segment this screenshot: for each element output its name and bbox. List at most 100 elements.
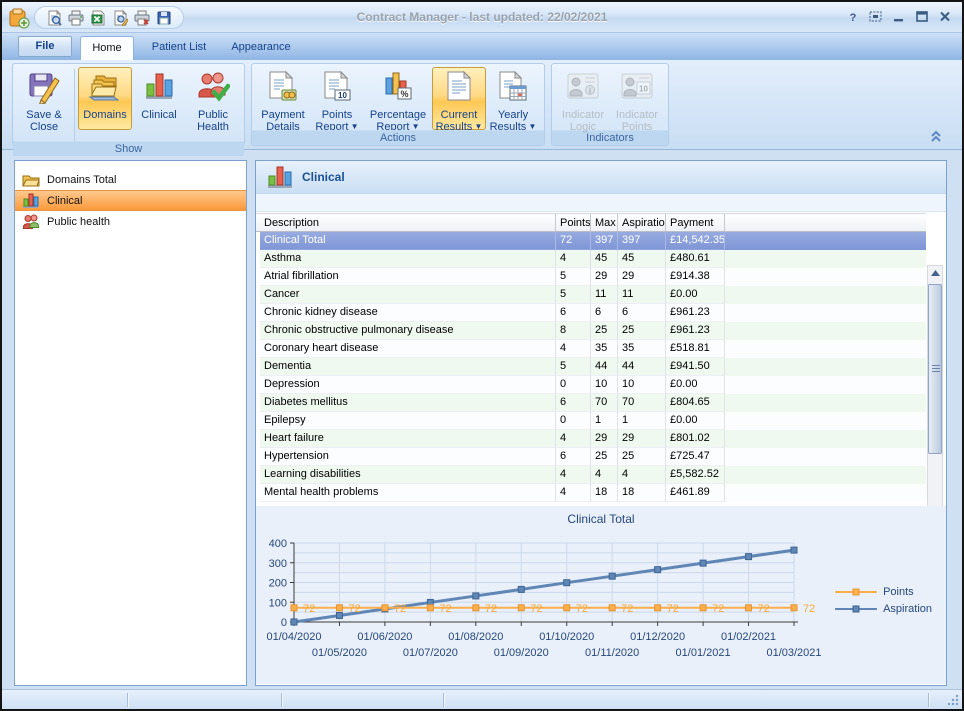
point-value-label: 72 <box>621 603 633 615</box>
data-point-aspiration <box>791 547 797 553</box>
table-row[interactable]: Chronic kidney disease666£961.23 <box>260 304 926 322</box>
grid-header-row: DescriptionPointsMaxAspirationPayment <box>256 213 926 232</box>
cell-aspiration: 44 <box>618 358 666 376</box>
percentage-report-button[interactable]: %Percentage Report ▼ <box>364 67 432 130</box>
table-row[interactable]: Atrial fibrillation52929£914.38 <box>260 268 926 286</box>
panel-title: Clinical <box>302 170 345 184</box>
table-row[interactable]: Dementia54444£941.50 <box>260 358 926 376</box>
x-axis-tick-label: 01/12/2020 <box>630 631 685 643</box>
public-health-button[interactable]: Public Health <box>186 67 240 130</box>
table-row[interactable]: Heart failure42929£801.02 <box>260 430 926 448</box>
indicator-logic-button: iIndicator Logic <box>556 67 610 130</box>
cell-points: 4 <box>556 340 591 358</box>
tab-home[interactable]: Home <box>80 36 134 60</box>
cell-points: 5 <box>556 286 591 304</box>
table-row[interactable]: Learning disabilities444£5,582.52 <box>260 466 926 484</box>
yearly-results-icon <box>496 70 530 107</box>
table-row[interactable]: Cancer51111£0.00 <box>260 286 926 304</box>
column-header-points[interactable]: Points <box>556 214 591 231</box>
points-report-button[interactable]: 10Points Report ▼ <box>310 67 364 130</box>
maximize-button[interactable] <box>914 10 929 23</box>
cell-payment: £518.81 <box>666 340 725 358</box>
scrollbar-thumb[interactable] <box>928 284 942 454</box>
bar-chart-icon <box>22 193 40 209</box>
table-row[interactable]: Epilepsy011£0.00 <box>260 412 926 430</box>
y-axis-tick-label: 100 <box>269 597 287 609</box>
data-point-aspiration <box>518 586 524 592</box>
sidebar-item-domains-total[interactable]: Domains Total <box>15 169 246 190</box>
scroll-up-button[interactable] <box>928 266 942 280</box>
tab-appearance[interactable]: Appearance <box>224 36 298 60</box>
cell-aspiration: 35 <box>618 340 666 358</box>
cell-payment: £14,542.35 <box>666 232 725 250</box>
svg-text:10: 10 <box>639 85 648 94</box>
clinical-icon <box>142 70 176 107</box>
cell-payment: £725.47 <box>666 448 725 466</box>
column-header-payment[interactable]: Payment <box>666 214 725 231</box>
point-value-label: 72 <box>712 603 724 615</box>
cell-description: Depression <box>260 376 556 394</box>
ribbon-collapse-button[interactable] <box>928 129 944 143</box>
data-point-points <box>382 605 388 611</box>
clinical-button[interactable]: Clinical <box>132 67 186 130</box>
table-row[interactable]: Depression01010£0.00 <box>260 376 926 394</box>
x-axis-tick-label: 01/10/2020 <box>539 631 594 643</box>
cell-max: 25 <box>591 448 618 466</box>
cell-aspiration: 25 <box>618 448 666 466</box>
legend-label: Aspiration <box>883 603 932 615</box>
table-row[interactable]: Asthma44545£480.61 <box>260 250 926 268</box>
x-axis-tick-label: 01/11/2020 <box>585 647 639 659</box>
people-icon <box>22 214 40 230</box>
tab-file[interactable]: File <box>18 36 72 57</box>
public-health-icon <box>196 70 230 107</box>
cell-payment: £0.00 <box>666 376 725 394</box>
panel-header: Clinical <box>256 161 946 194</box>
style-button[interactable] <box>868 10 883 23</box>
data-point-aspiration <box>746 554 752 560</box>
table-row[interactable]: Diabetes mellitus67070£804.65 <box>260 394 926 412</box>
data-point-points <box>336 605 342 611</box>
current-results-button[interactable]: Current Results ▼ <box>432 67 486 130</box>
domains-icon <box>88 70 122 107</box>
ribbon-groups: Save & Close DomainsClinicalPublic Health… <box>12 63 669 146</box>
x-axis-tick-label: 01/07/2020 <box>403 647 458 659</box>
domain-list-panel: Domains TotalClinicalPublic health <box>14 160 247 686</box>
save-close-button[interactable]: Save & Close <box>17 67 71 130</box>
cell-description: Cancer <box>260 286 556 304</box>
sidebar-item-clinical[interactable]: Clinical <box>15 190 246 211</box>
cell-points: 4 <box>556 484 591 502</box>
domains-button[interactable]: Domains <box>78 67 132 130</box>
resize-grip[interactable] <box>947 694 959 706</box>
sidebar-item-public-health[interactable]: Public health <box>15 211 246 232</box>
payment-details-button[interactable]: Payment Details <box>256 67 310 130</box>
cell-description: Heart failure <box>260 430 556 448</box>
yearly-results-button[interactable]: Yearly Results ▼ <box>486 67 540 130</box>
cell-max: 44 <box>591 358 618 376</box>
grid-rows: Clinical Total72397397£14,542.35Asthma44… <box>256 232 926 502</box>
points-report-icon: 10 <box>320 70 354 107</box>
minimize-button[interactable] <box>891 10 906 23</box>
folder-icon <box>22 172 40 188</box>
button-label: Public Health <box>187 109 239 133</box>
cell-aspiration: 29 <box>618 268 666 286</box>
data-point-aspiration <box>564 580 570 586</box>
table-row[interactable]: Hypertension62525£725.47 <box>260 448 926 466</box>
table-row[interactable]: Chronic obstructive pulmonary disease825… <box>260 322 926 340</box>
column-header-description[interactable]: Description <box>260 214 556 231</box>
column-header-aspiration[interactable]: Aspiration <box>618 214 666 231</box>
cell-max: 29 <box>591 268 618 286</box>
button-label: Save & Close <box>18 109 70 133</box>
help-button[interactable]: ? <box>845 10 860 23</box>
group-label: Actions <box>252 130 544 145</box>
percentage-report-icon: % <box>381 70 415 107</box>
tab-patient-list[interactable]: Patient List <box>142 36 216 60</box>
cell-max: 397 <box>591 232 618 250</box>
table-row[interactable]: Mental health problems41818£461.89 <box>260 484 926 502</box>
y-axis-tick-label: 400 <box>269 538 287 550</box>
table-row[interactable]: Clinical Total72397397£14,542.35 <box>260 232 926 250</box>
column-header-max[interactable]: Max <box>591 214 618 231</box>
table-row[interactable]: Coronary heart disease43535£518.81 <box>260 340 926 358</box>
close-button[interactable] <box>937 10 952 23</box>
current-results-icon <box>442 70 476 107</box>
group-separator <box>74 69 75 141</box>
